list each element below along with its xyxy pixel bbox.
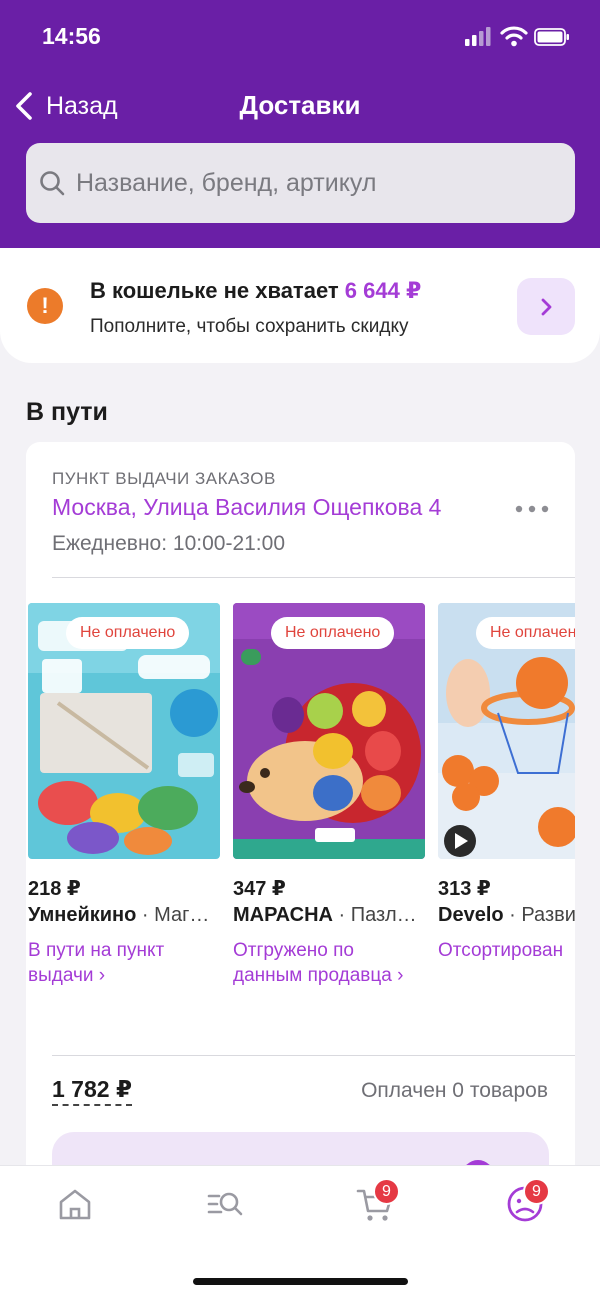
- search-bar[interactable]: [26, 143, 575, 223]
- status-time: 14:56: [42, 23, 101, 49]
- section-title: В пути: [26, 398, 108, 426]
- product-price: 218 ₽: [28, 878, 81, 900]
- product-title: МАРАСНА · Пазл…: [233, 904, 425, 927]
- tab-cart[interactable]: 9: [355, 1178, 400, 1224]
- alert-icon: !: [27, 288, 63, 324]
- product-title: Develo · Разви: [438, 904, 575, 927]
- product-title: Умнейкино · Маг…: [28, 904, 220, 927]
- tab-catalog[interactable]: [205, 1184, 245, 1224]
- cart-badge: 9: [373, 1178, 400, 1205]
- wallet-amount: 6 644 ₽: [344, 278, 422, 303]
- order-total[interactable]: 1 782 ₽: [52, 1076, 132, 1106]
- wallet-banner[interactable]: [0, 248, 600, 363]
- unpaid-badge: Не оплачено: [66, 617, 190, 649]
- product-brand: Умнейкино: [28, 904, 137, 926]
- wallet-topup-button[interactable]: [517, 278, 575, 335]
- status-icons: [464, 26, 576, 48]
- product-price: 347 ₽: [233, 878, 286, 900]
- catalog-search-icon: [207, 1192, 243, 1216]
- product-category: · Разви: [503, 904, 575, 926]
- back-label: Назад: [46, 91, 118, 120]
- signal-icon: [465, 27, 491, 46]
- home-icon: [59, 1189, 91, 1220]
- battery-icon: [534, 28, 569, 46]
- product-card[interactable]: Не оплачено 347 ₽ МАРАСНА · Пазл… Отгруж…: [233, 603, 425, 1023]
- header: 14:56 Доставки Назад Название, бренд, ар…: [0, 0, 600, 248]
- product-status-link[interactable]: Отсортирован: [438, 938, 575, 963]
- status-bar: 14:56: [0, 0, 600, 74]
- nav-bar: Доставки Назад: [0, 78, 600, 134]
- divider: [52, 1055, 575, 1056]
- chevron-left-icon: [16, 92, 32, 120]
- wallet-title-text: В кошельке не хватает: [90, 278, 339, 303]
- product-image: Не оплачено: [233, 603, 425, 859]
- chevron-right-icon: [541, 298, 552, 315]
- divider: [52, 577, 575, 578]
- search-input[interactable]: [76, 168, 536, 198]
- product-card[interactable]: Не оплачено 218 ₽ Умнейкино · Маг… В пут…: [28, 603, 220, 1023]
- wallet-subtitle: Пополните, чтобы сохранить скидку: [90, 316, 409, 337]
- product-price: 313 ₽: [438, 878, 491, 900]
- pickup-label: ПУНКТ ВЫДАЧИ ЗАКАЗОВ: [52, 469, 276, 488]
- product-card[interactable]: Не оплачено 313 ₽ Develo · Разви Отсорти…: [438, 603, 575, 1023]
- unpaid-badge: Не оплачено: [271, 617, 395, 649]
- home-indicator: [193, 1278, 408, 1285]
- wifi-icon: [500, 26, 528, 47]
- paid-count: Оплачен 0 товаров: [361, 1079, 548, 1102]
- more-icon[interactable]: [514, 503, 550, 515]
- products-carousel[interactable]: Не оплачено 218 ₽ Умнейкино · Маг… В пут…: [28, 603, 575, 1023]
- product-status-link[interactable]: Отгружено по данным продавца ›: [233, 938, 425, 988]
- product-image: Не оплачено: [438, 603, 575, 859]
- search-icon: [40, 171, 65, 196]
- pickup-hours: Ежедневно: 10:00-21:00: [52, 532, 285, 555]
- tab-profile[interactable]: 9: [505, 1178, 550, 1224]
- profile-badge: 9: [523, 1178, 550, 1205]
- tab-home[interactable]: [55, 1184, 95, 1224]
- unpaid-badge: Не оплачено: [476, 617, 575, 649]
- delivery-card: ПУНКТ ВЫДАЧИ ЗАКАЗОВ Москва, Улица Васил…: [26, 442, 575, 1242]
- wallet-title: В кошельке не хватает 6 644 ₽: [90, 278, 421, 304]
- product-category: · Маг…: [136, 904, 210, 926]
- pickup-address-link[interactable]: Москва, Улица Василия Ощепкова 4: [52, 494, 441, 521]
- product-brand: МАРАСНА: [233, 904, 333, 926]
- back-button[interactable]: Назад: [12, 86, 118, 126]
- product-image: Не оплачено: [28, 603, 220, 859]
- product-brand: Develo: [438, 904, 504, 926]
- product-status-link[interactable]: В пути на пункт выдачи ›: [28, 938, 220, 988]
- product-category: · Пазл…: [332, 904, 417, 926]
